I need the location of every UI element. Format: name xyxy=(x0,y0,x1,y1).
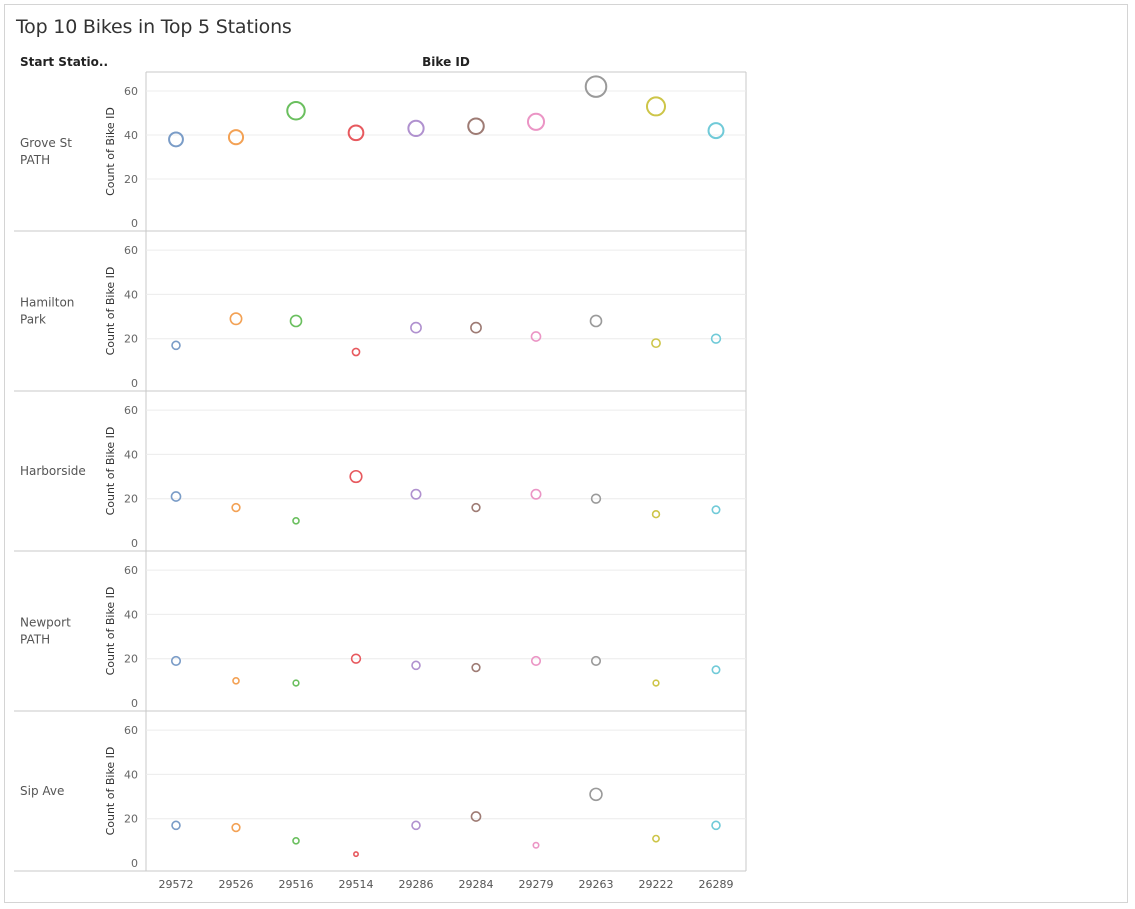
data-point xyxy=(411,820,421,831)
data-point xyxy=(711,505,721,515)
column-header: Bike ID xyxy=(422,55,470,69)
data-point xyxy=(651,509,661,519)
y-tick-label: 0 xyxy=(131,537,138,550)
y-tick-label: 40 xyxy=(124,129,138,142)
data-point xyxy=(590,655,602,666)
y-tick-label: 20 xyxy=(124,333,138,346)
x-tick-label: 29514 xyxy=(339,878,374,891)
data-point xyxy=(711,820,721,831)
data-point xyxy=(589,314,603,328)
y-axis-title: Count of Bike ID xyxy=(104,267,117,356)
y-tick-label: 40 xyxy=(124,768,138,781)
data-point xyxy=(227,129,245,146)
station-label: Sip Ave xyxy=(20,784,64,798)
data-point xyxy=(471,662,481,673)
x-tick-label: 26289 xyxy=(699,878,734,891)
data-point xyxy=(711,665,721,675)
data-point xyxy=(530,331,542,342)
data-point xyxy=(471,502,481,513)
x-tick-label: 29572 xyxy=(159,878,194,891)
data-point xyxy=(652,834,660,843)
y-tick-label: 0 xyxy=(131,217,138,230)
y-tick-label: 40 xyxy=(124,448,138,461)
x-tick-label: 29263 xyxy=(579,878,614,891)
y-tick-label: 60 xyxy=(124,244,138,257)
data-point xyxy=(292,837,300,845)
data-point xyxy=(171,820,181,831)
data-point xyxy=(229,312,243,326)
y-tick-label: 20 xyxy=(124,653,138,666)
data-point xyxy=(232,677,240,685)
data-point xyxy=(645,96,667,117)
y-tick-label: 60 xyxy=(124,724,138,737)
y-axis-title: Count of Bike ID xyxy=(104,107,117,196)
data-point xyxy=(470,811,482,822)
data-point xyxy=(170,491,182,502)
data-point xyxy=(589,787,603,802)
station-label: Park xyxy=(20,313,46,327)
station-label: Harborside xyxy=(20,464,86,478)
data-point xyxy=(526,112,546,131)
data-point xyxy=(407,119,425,138)
y-tick-label: 20 xyxy=(124,813,138,826)
x-tick-label: 29222 xyxy=(639,878,674,891)
data-point xyxy=(652,679,660,687)
data-point xyxy=(470,321,482,334)
y-axis-title: Count of Bike ID xyxy=(104,587,117,676)
data-point xyxy=(467,117,485,135)
data-point xyxy=(347,124,365,142)
data-point xyxy=(349,469,363,484)
data-point xyxy=(707,122,725,140)
y-tick-label: 60 xyxy=(124,404,138,417)
y-tick-label: 20 xyxy=(124,173,138,186)
data-point xyxy=(532,841,540,849)
data-point xyxy=(289,314,303,328)
chart-svg: Start Statio.. Bike ID 0 20 40 60 Count of Bik… xyxy=(14,55,747,891)
x-tick-label: 29286 xyxy=(399,878,434,891)
data-point xyxy=(292,679,300,687)
y-tick-label: 40 xyxy=(124,288,138,301)
row-header: Start Statio.. xyxy=(20,55,108,69)
data-point xyxy=(286,101,306,121)
station-label: PATH xyxy=(20,153,50,167)
data-point xyxy=(353,851,359,858)
station-label: Newport xyxy=(20,616,71,630)
x-tick-label: 29279 xyxy=(519,878,554,891)
data-point xyxy=(170,655,182,666)
data-point xyxy=(651,338,661,349)
data-point xyxy=(410,488,422,500)
x-tick-label: 29526 xyxy=(219,878,254,891)
x-tick-label: 29284 xyxy=(459,878,494,891)
data-point xyxy=(411,660,421,671)
data-point xyxy=(530,655,542,666)
y-tick-label: 60 xyxy=(124,564,138,577)
data-point xyxy=(584,75,608,98)
station-label: PATH xyxy=(20,633,50,647)
y-tick-label: 0 xyxy=(131,857,138,870)
data-point xyxy=(292,517,300,525)
data-point xyxy=(530,488,542,500)
y-tick-label: 0 xyxy=(131,697,138,710)
y-tick-label: 60 xyxy=(124,85,138,98)
y-axis-title: Count of Bike ID xyxy=(104,747,117,836)
data-point xyxy=(410,321,422,334)
y-tick-label: 0 xyxy=(131,377,138,390)
y-tick-label: 20 xyxy=(124,493,138,506)
data-point xyxy=(351,347,361,357)
y-axis-title: Count of Bike ID xyxy=(104,427,117,516)
data-point xyxy=(171,340,181,351)
data-point xyxy=(231,822,241,833)
x-tick-label: 29516 xyxy=(279,878,314,891)
station-label: Grove St xyxy=(20,136,72,150)
data-point xyxy=(231,502,241,513)
station-label: Hamilton xyxy=(20,296,74,310)
y-tick-label: 40 xyxy=(124,608,138,621)
